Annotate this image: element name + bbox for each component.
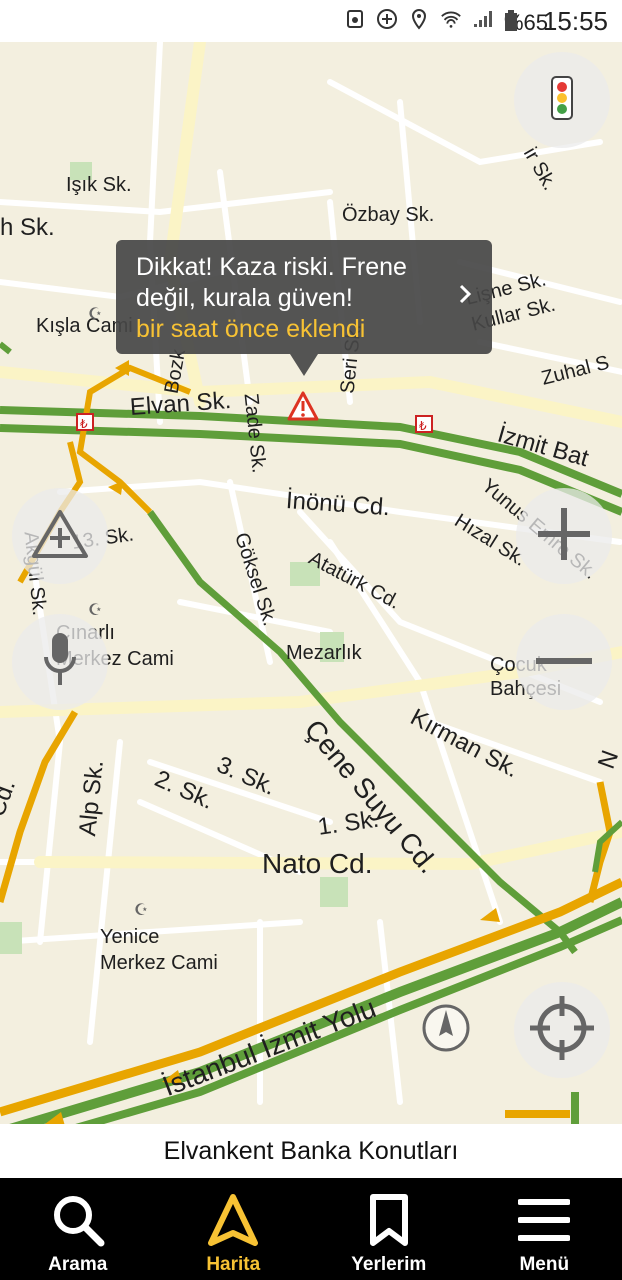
current-place-name: Elvankent Banka Konutları xyxy=(163,1136,459,1165)
menu-icon xyxy=(516,1192,572,1248)
my-location-button[interactable] xyxy=(514,982,610,1078)
navigation-arrow-icon xyxy=(205,1192,261,1248)
road-alert-popup[interactable]: Dikkat! Kaza riski. Frene değil, kurala … xyxy=(116,240,492,354)
signal-icon xyxy=(472,8,494,30)
clock: 15:55 xyxy=(542,6,608,36)
street-label: h Sk. xyxy=(0,214,55,241)
nav-search[interactable]: Arama xyxy=(0,1178,156,1280)
map-view[interactable]: ₺ ₺ Işık Sk. h Sk. Özbay Sk. ir Sk. Kışl… xyxy=(0,42,622,1124)
status-icons xyxy=(344,8,494,30)
wifi-icon xyxy=(440,8,462,30)
nav-label: Harita xyxy=(206,1254,261,1275)
nav-label: Arama xyxy=(48,1254,108,1275)
nav-menu[interactable]: Menü xyxy=(467,1178,622,1280)
zoom-in-icon xyxy=(536,506,592,567)
mosque-icon: ☪ xyxy=(134,902,149,919)
location-icon xyxy=(408,8,430,30)
street-label: Özbay Sk. xyxy=(342,204,435,226)
traffic-button[interactable] xyxy=(514,52,610,148)
nav-map[interactable]: Harita xyxy=(156,1178,312,1280)
battery-icon xyxy=(504,10,518,37)
traffic-light-icon xyxy=(550,75,574,126)
mosque-icon: ☪ xyxy=(88,602,103,619)
nav-label: Yerlerim xyxy=(351,1254,427,1275)
svg-text:₺: ₺ xyxy=(419,419,427,433)
compass-icon[interactable] xyxy=(420,1002,472,1054)
search-icon xyxy=(50,1192,106,1248)
voice-search-button[interactable] xyxy=(12,614,108,710)
svg-text:₺: ₺ xyxy=(80,417,88,431)
zoom-out-icon xyxy=(534,653,594,671)
bookmark-icon xyxy=(361,1192,417,1248)
nav-label: Menü xyxy=(519,1254,570,1275)
street-label: Merkez Cami xyxy=(100,952,218,974)
zoom-out-button[interactable] xyxy=(516,614,612,710)
popup-tail xyxy=(290,354,318,376)
add-road-event-icon xyxy=(30,508,90,565)
mosque-icon: ☪ xyxy=(88,306,103,323)
chevron-right-icon xyxy=(458,282,472,313)
add-road-event-button[interactable] xyxy=(12,488,108,584)
photo-icon xyxy=(344,8,366,30)
alert-added-time: bir saat önce eklendi xyxy=(136,315,366,343)
nav-places[interactable]: Yerlerim xyxy=(311,1178,467,1280)
street-label: Işık Sk. xyxy=(66,174,132,196)
bottom-navigation: Arama Harita Yerlerim Menü xyxy=(0,1178,622,1280)
street-label: Nato Cd. xyxy=(262,848,373,879)
zoom-in-button[interactable] xyxy=(516,488,612,584)
status-bar: %65 15:55 xyxy=(0,0,622,42)
warning-icon[interactable] xyxy=(287,390,319,427)
voice-icon xyxy=(42,631,78,694)
my-location-icon xyxy=(526,992,598,1069)
alert-message: Dikkat! Kaza riski. Frene değil, kurala … xyxy=(136,253,407,312)
street-label: Yenice xyxy=(100,926,160,948)
add-circle-icon xyxy=(376,8,398,30)
street-label: Mezarlık xyxy=(286,642,362,664)
current-place-bar[interactable]: Elvankent Banka Konutları xyxy=(0,1124,622,1178)
road-network: ₺ ₺ xyxy=(0,42,622,1124)
